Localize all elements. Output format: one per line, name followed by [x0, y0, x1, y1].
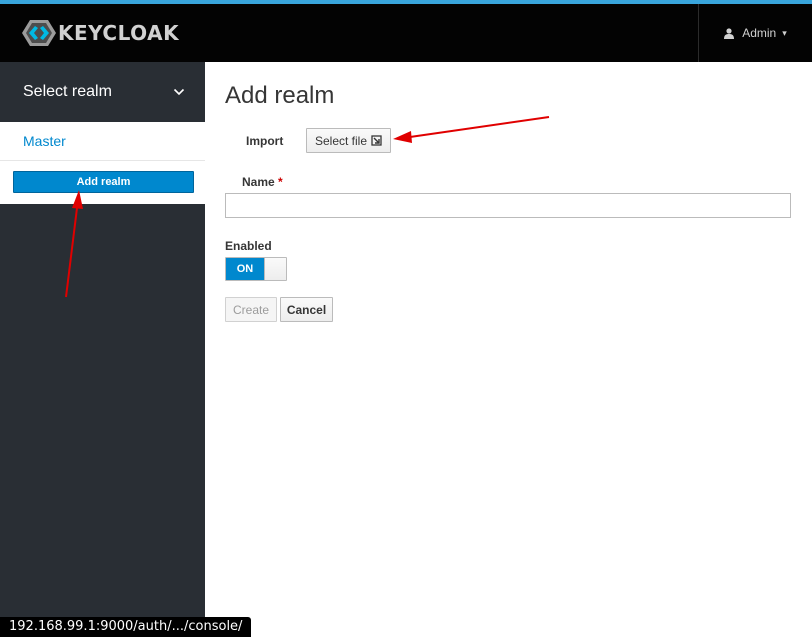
import-icon — [371, 135, 382, 146]
add-realm-container: Add realm — [0, 161, 205, 204]
brand-name: KEYCLOAK — [58, 21, 180, 45]
realm-selector[interactable]: Select realm — [0, 62, 205, 122]
page-title: Add realm — [225, 82, 335, 109]
user-menu[interactable]: Admin ▾ — [698, 4, 812, 62]
chevron-down-icon — [173, 88, 185, 96]
enabled-label: Enabled — [225, 239, 272, 253]
status-bar-url: 192.168.99.1:9000/auth/.../console/ — [0, 617, 252, 637]
user-icon — [724, 27, 735, 39]
enabled-toggle[interactable]: ON — [225, 257, 287, 281]
name-input[interactable] — [225, 193, 791, 218]
realm-dropdown: Master Add realm — [0, 122, 205, 204]
realm-selector-label: Select realm — [23, 83, 112, 100]
cancel-button[interactable]: Cancel — [280, 297, 333, 322]
realm-item-master[interactable]: Master — [0, 122, 205, 161]
name-label-text: Name — [242, 175, 275, 189]
caret-down-icon: ▾ — [782, 27, 787, 38]
required-mark: * — [278, 175, 283, 189]
add-realm-button[interactable]: Add realm — [13, 171, 194, 193]
import-label: Import — [246, 134, 284, 148]
main-content: Add realm Import Select file Name * Enab… — [205, 62, 812, 637]
realm-item-label: Master — [23, 133, 66, 149]
select-file-button[interactable]: Select file — [306, 128, 391, 153]
sidebar: Select realm Master Add realm — [0, 62, 205, 637]
name-label: Name * — [242, 175, 283, 189]
top-navbar: KEYCLOAK Admin ▾ — [0, 0, 812, 62]
keycloak-logo-icon — [22, 20, 56, 46]
create-button[interactable]: Create — [225, 297, 277, 322]
brand-logo[interactable]: KEYCLOAK — [22, 18, 179, 48]
toggle-knob — [264, 258, 286, 280]
toggle-on-label: ON — [226, 258, 264, 280]
user-name: Admin — [742, 26, 777, 40]
select-file-label: Select file — [314, 133, 368, 148]
